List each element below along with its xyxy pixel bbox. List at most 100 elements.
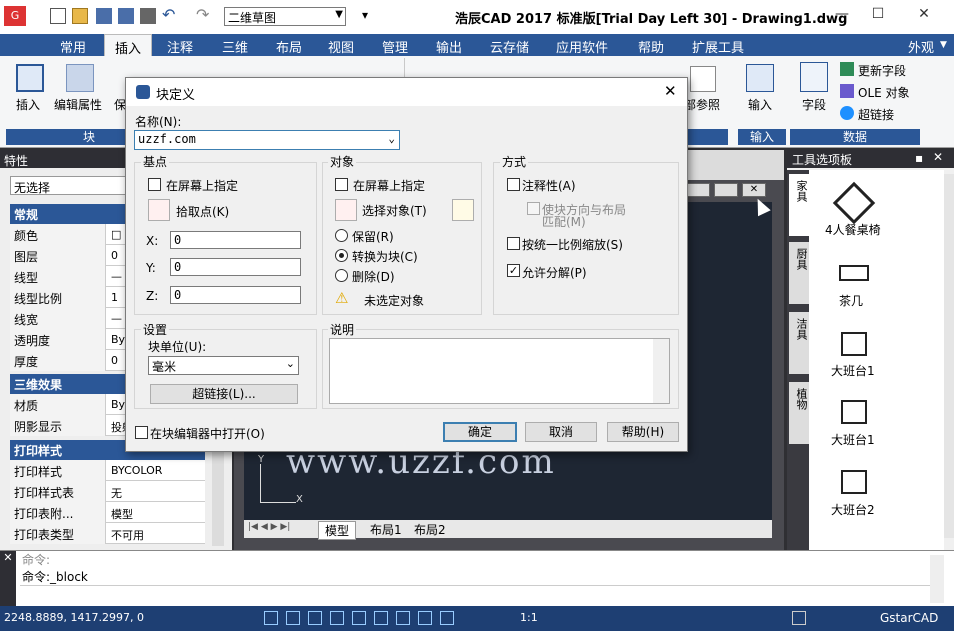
lineweight-icon[interactable] xyxy=(440,611,454,625)
redo-icon[interactable]: ↷ xyxy=(196,7,212,24)
palette-tab-plants[interactable]: 植物 xyxy=(789,382,809,444)
delete-label[interactable]: 删除(D) xyxy=(352,268,395,285)
print-icon[interactable] xyxy=(140,8,156,24)
minimize-button[interactable]: — xyxy=(830,6,854,26)
desk-icon[interactable] xyxy=(841,470,867,494)
undo-icon[interactable]: ↶ xyxy=(162,7,178,24)
help-button[interactable]: 帮助(H) xyxy=(607,422,679,442)
tab-apps[interactable]: 应用软件 xyxy=(556,37,608,56)
y-coordinate-input[interactable]: 0 xyxy=(170,258,301,276)
import-icon[interactable] xyxy=(746,64,774,92)
open-in-editor-label[interactable]: 在块编辑器中打开(O) xyxy=(150,425,265,442)
prop-row-plotattach[interactable]: 打印表附... 模型 xyxy=(10,502,205,523)
tab-layout2[interactable]: 布局2 xyxy=(410,521,450,538)
desk-icon[interactable] xyxy=(841,332,867,356)
prop-value[interactable]: 不可用 xyxy=(108,523,204,544)
edit-attribute-icon[interactable] xyxy=(66,64,94,92)
desk-icon[interactable] xyxy=(841,400,867,424)
tab-3d[interactable]: 三维 xyxy=(222,37,248,56)
save-as-icon[interactable] xyxy=(118,8,134,24)
tab-layout1[interactable]: 布局1 xyxy=(366,521,406,538)
insert-button-label[interactable]: 插入 xyxy=(16,96,40,113)
command-input[interactable] xyxy=(20,585,930,603)
select-objects-icon[interactable] xyxy=(335,199,357,221)
palette-item-label[interactable]: 大班台2 xyxy=(831,501,875,518)
palette-item-label[interactable]: 4人餐桌椅 xyxy=(825,221,881,238)
customize-qa-icon[interactable]: ▾ xyxy=(362,8,368,22)
field-icon[interactable] xyxy=(800,62,828,92)
save-icon[interactable] xyxy=(96,8,112,24)
prop-value[interactable]: 模型 xyxy=(108,502,204,523)
palette-tab-furniture[interactable]: 家具 xyxy=(789,174,809,236)
tab-help[interactable]: 帮助 xyxy=(638,37,664,56)
tab-layout[interactable]: 布局 xyxy=(276,37,302,56)
quick-select-icon[interactable] xyxy=(452,199,474,221)
annotative-label[interactable]: 注释性(A) xyxy=(522,177,576,194)
palette-scrollbar[interactable] xyxy=(944,174,954,538)
pick-point-icon[interactable] xyxy=(148,199,170,221)
tab-model[interactable]: 模型 xyxy=(318,521,357,540)
tab-view[interactable]: 视图 xyxy=(328,37,354,56)
base-on-screen-label[interactable]: 在屏幕上指定 xyxy=(166,177,238,194)
annotative-checkbox[interactable] xyxy=(507,178,520,191)
tab-annotate[interactable]: 注释 xyxy=(167,37,193,56)
block-unit-select[interactable]: 毫米 ⌄ xyxy=(148,356,299,375)
scale-uniform-checkbox[interactable] xyxy=(507,237,520,250)
pick-point-label[interactable]: 拾取点(K) xyxy=(176,203,229,220)
ducs-icon[interactable] xyxy=(396,611,410,625)
prop-value[interactable]: BYCOLOR xyxy=(108,460,204,481)
x-coordinate-input[interactable]: 0 xyxy=(170,231,301,249)
doc-close-button[interactable]: ✕ xyxy=(742,183,766,197)
lock-icon[interactable] xyxy=(792,611,806,625)
hyperlink-button[interactable]: 超链接 xyxy=(858,106,894,123)
xref-icon[interactable] xyxy=(690,66,716,92)
field-label[interactable]: 字段 xyxy=(802,96,826,113)
z-coordinate-input[interactable]: 0 xyxy=(170,286,301,304)
tea-table-icon[interactable] xyxy=(839,265,869,281)
ok-button[interactable]: 确定 xyxy=(443,422,517,442)
tab-insert[interactable]: 插入 xyxy=(104,34,153,57)
selection-dropdown[interactable]: 无选择 xyxy=(10,176,130,195)
cancel-button[interactable]: 取消 xyxy=(525,422,597,442)
tab-extend[interactable]: 扩展工具 xyxy=(692,37,744,56)
select-objects-label[interactable]: 选择对象(T) xyxy=(362,202,427,219)
palette-item-label[interactable]: 大班台1 xyxy=(831,362,875,379)
description-textarea[interactable] xyxy=(329,338,670,404)
close-icon[interactable]: ✕ xyxy=(933,150,943,164)
dialog-close-icon[interactable]: ✕ xyxy=(664,82,677,100)
delete-radio[interactable] xyxy=(335,269,348,282)
palette-item-label[interactable]: 茶几 xyxy=(839,292,863,309)
palette-tab-sanitary[interactable]: 洁具 xyxy=(789,312,809,374)
convert-to-block-label[interactable]: 转换为块(C) xyxy=(352,248,418,265)
block-name-combobox[interactable]: uzzf.com ⌄ xyxy=(134,130,400,150)
tab-cloud[interactable]: 云存储 xyxy=(490,37,529,56)
pin-icon[interactable]: ▪ xyxy=(915,151,923,165)
chevron-down-icon[interactable]: ⌄ xyxy=(388,132,395,145)
ortho-icon[interactable] xyxy=(308,611,322,625)
base-on-screen-checkbox[interactable] xyxy=(148,178,161,191)
retain-label[interactable]: 保留(R) xyxy=(352,228,394,245)
otrack-icon[interactable] xyxy=(374,611,388,625)
hyperlink-button[interactable]: 超链接(L)... xyxy=(150,384,298,404)
tab-output[interactable]: 输出 xyxy=(436,37,462,56)
match-orientation-checkbox[interactable] xyxy=(527,202,540,215)
dyn-icon[interactable] xyxy=(418,611,432,625)
convert-to-block-radio[interactable] xyxy=(335,249,348,262)
doc-restore-button[interactable] xyxy=(714,183,738,197)
close-window-button[interactable]: ✕ xyxy=(912,6,936,26)
palette-tab-kitchen[interactable]: 厨具 xyxy=(789,242,809,304)
scale-uniform-label[interactable]: 按统一比例缩放(S) xyxy=(522,236,623,253)
tab-home[interactable]: 常用 xyxy=(60,37,86,56)
insert-block-icon[interactable] xyxy=(16,64,44,92)
chevron-down-icon[interactable]: ▼ xyxy=(940,40,947,50)
prop-row-plottable[interactable]: 打印样式表无 xyxy=(10,481,205,502)
new-file-icon[interactable] xyxy=(50,8,66,24)
import-label[interactable]: 输入 xyxy=(748,96,772,113)
allow-explode-checkbox[interactable]: ✓ xyxy=(507,264,520,277)
prop-value[interactable]: 无 xyxy=(108,481,204,502)
maximize-button[interactable]: ☐ xyxy=(866,6,890,26)
doc-minimize-button[interactable] xyxy=(686,183,710,197)
allow-explode-label[interactable]: 允许分解(P) xyxy=(522,264,587,281)
obj-on-screen-checkbox[interactable] xyxy=(335,178,348,191)
snap-icon[interactable] xyxy=(264,611,278,625)
